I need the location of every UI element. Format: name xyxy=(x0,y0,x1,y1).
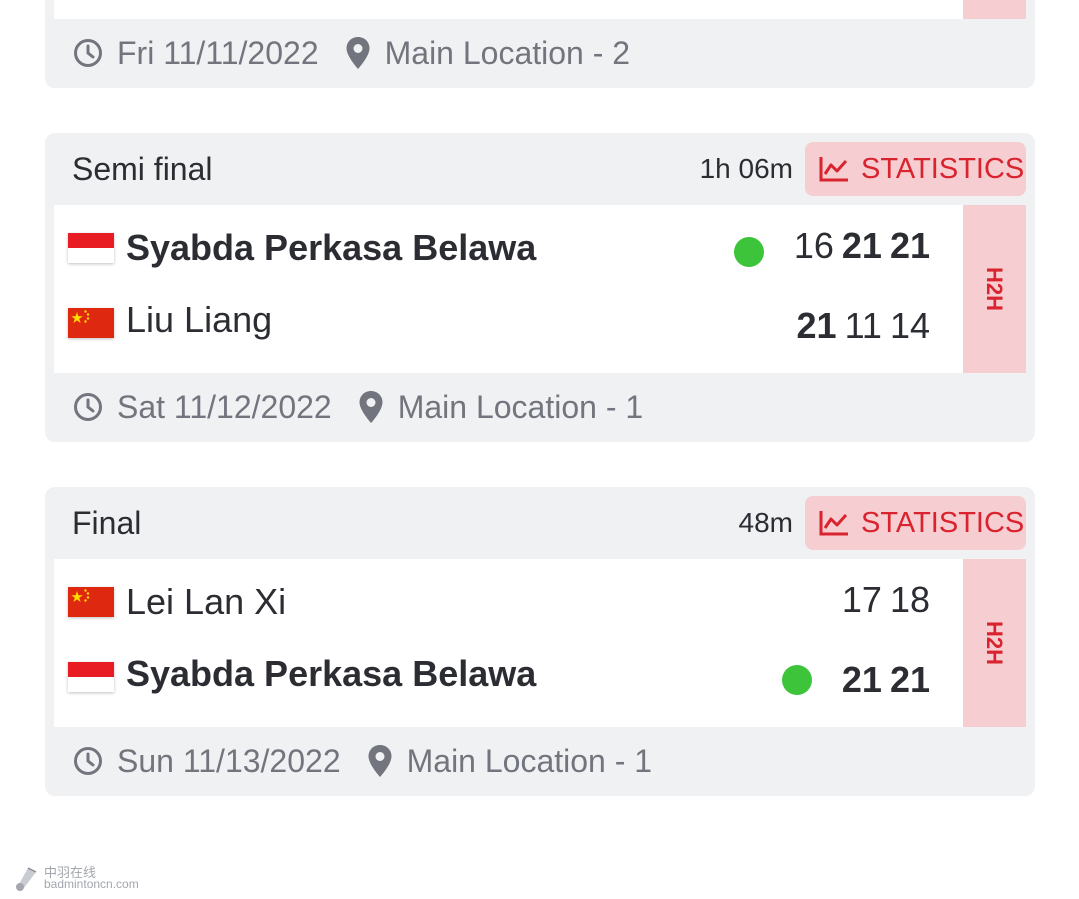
round-title: Semi final xyxy=(72,151,213,187)
shuttlecock-logo-icon xyxy=(16,867,37,891)
line-chart-icon xyxy=(819,511,848,536)
player-scores: 17 18 xyxy=(834,579,930,621)
match-date: Fri 11/11/2022 xyxy=(117,34,319,71)
h2h-button[interactable]: H2H xyxy=(963,205,1026,373)
flag-china-icon xyxy=(68,308,114,338)
player-row: Liu Liang 21 11 14 xyxy=(54,295,954,355)
flag-china-icon xyxy=(68,587,114,617)
player-name[interactable]: Syabda Perkasa Belawa xyxy=(126,653,536,695)
map-pin-icon xyxy=(359,391,383,423)
map-pin-icon xyxy=(346,37,370,69)
match-footer: Sun 11/13/2022 Main Location - 1 xyxy=(45,727,1035,795)
flag-indonesia-icon xyxy=(68,233,114,263)
h2h-label: H2H xyxy=(982,266,1008,312)
match-location: Main Location - 2 xyxy=(384,34,631,71)
player-row: Lei Lan Xi 17 18 xyxy=(54,573,954,633)
match-footer: Sat 11/12/2022 Main Location - 1 xyxy=(45,373,1035,441)
match-header: Semi final 1h 06m STATISTICS xyxy=(45,133,1035,205)
game-score: 21 xyxy=(889,659,930,700)
match-body: Lei Lan Xi 17 18 Syabda Perkasa Belawa 21… xyxy=(54,559,1026,727)
game-score: 21 xyxy=(841,225,882,266)
clock-icon xyxy=(74,39,102,67)
h2h-button[interactable]: H2H xyxy=(963,559,1026,727)
game-score: 18 xyxy=(889,579,930,620)
clock-icon xyxy=(74,393,102,421)
game-score: 16 xyxy=(793,225,834,266)
match-body: Syabda Perkasa Belawa 16 21 21 Liu Liang 2… xyxy=(54,205,1026,373)
game-score: 14 xyxy=(889,305,930,346)
player-scores: 21 11 14 xyxy=(789,305,930,347)
match-location: Main Location - 1 xyxy=(406,742,653,779)
winner-dot-icon xyxy=(734,237,764,267)
watermark: 中羽在线 badmintoncn.com xyxy=(14,862,154,892)
match-footer-previous: Fri 11/11/2022 Main Location - 2 xyxy=(45,19,1035,87)
player-name[interactable]: Lei Lan Xi xyxy=(126,581,286,623)
flag-indonesia-icon xyxy=(68,662,114,692)
match-duration: 1h 06m xyxy=(699,153,793,184)
statistics-button[interactable]: STATISTICS xyxy=(805,142,1026,196)
game-score: 21 xyxy=(841,659,882,700)
h2h-button-previous[interactable] xyxy=(963,0,1026,19)
line-chart-icon xyxy=(819,157,848,182)
match-body-previous xyxy=(54,0,1026,19)
match-card-previous: Fri 11/11/2022 Main Location - 2 xyxy=(45,0,1035,88)
match-date: Sat 11/12/2022 xyxy=(117,388,332,425)
game-score: 17 xyxy=(841,579,882,620)
player-scores: 21 21 xyxy=(834,659,930,701)
h2h-label: H2H xyxy=(982,620,1008,666)
player-row: Syabda Perkasa Belawa 21 21 xyxy=(54,649,954,709)
winner-dot-icon xyxy=(782,665,812,695)
game-score: 11 xyxy=(844,305,882,346)
match-location: Main Location - 1 xyxy=(397,388,644,425)
game-score: 21 xyxy=(796,305,837,346)
player-name[interactable]: Liu Liang xyxy=(126,299,272,341)
round-title: Final xyxy=(72,505,142,541)
statistics-label: STATISTICS xyxy=(861,152,1025,185)
match-card-semi-final: Semi final 1h 06m STATISTICS Syabda Perk… xyxy=(45,133,1035,442)
match-card-final: Final 48m STATISTICS Lei Lan Xi 17 18 Sya… xyxy=(45,487,1035,796)
match-header: Final 48m STATISTICS xyxy=(45,487,1035,559)
game-score: 21 xyxy=(889,225,930,266)
map-pin-icon xyxy=(368,745,392,777)
player-row: Syabda Perkasa Belawa 16 21 21 xyxy=(54,219,954,279)
clock-icon xyxy=(74,747,102,775)
player-scores: 16 21 21 xyxy=(786,225,930,267)
player-name[interactable]: Syabda Perkasa Belawa xyxy=(126,227,536,269)
statistics-button[interactable]: STATISTICS xyxy=(805,496,1026,550)
match-date: Sun 11/13/2022 xyxy=(117,742,341,779)
watermark-en: badmintoncn.com xyxy=(44,877,139,891)
statistics-label: STATISTICS xyxy=(861,506,1025,539)
match-duration: 48m xyxy=(738,507,793,538)
